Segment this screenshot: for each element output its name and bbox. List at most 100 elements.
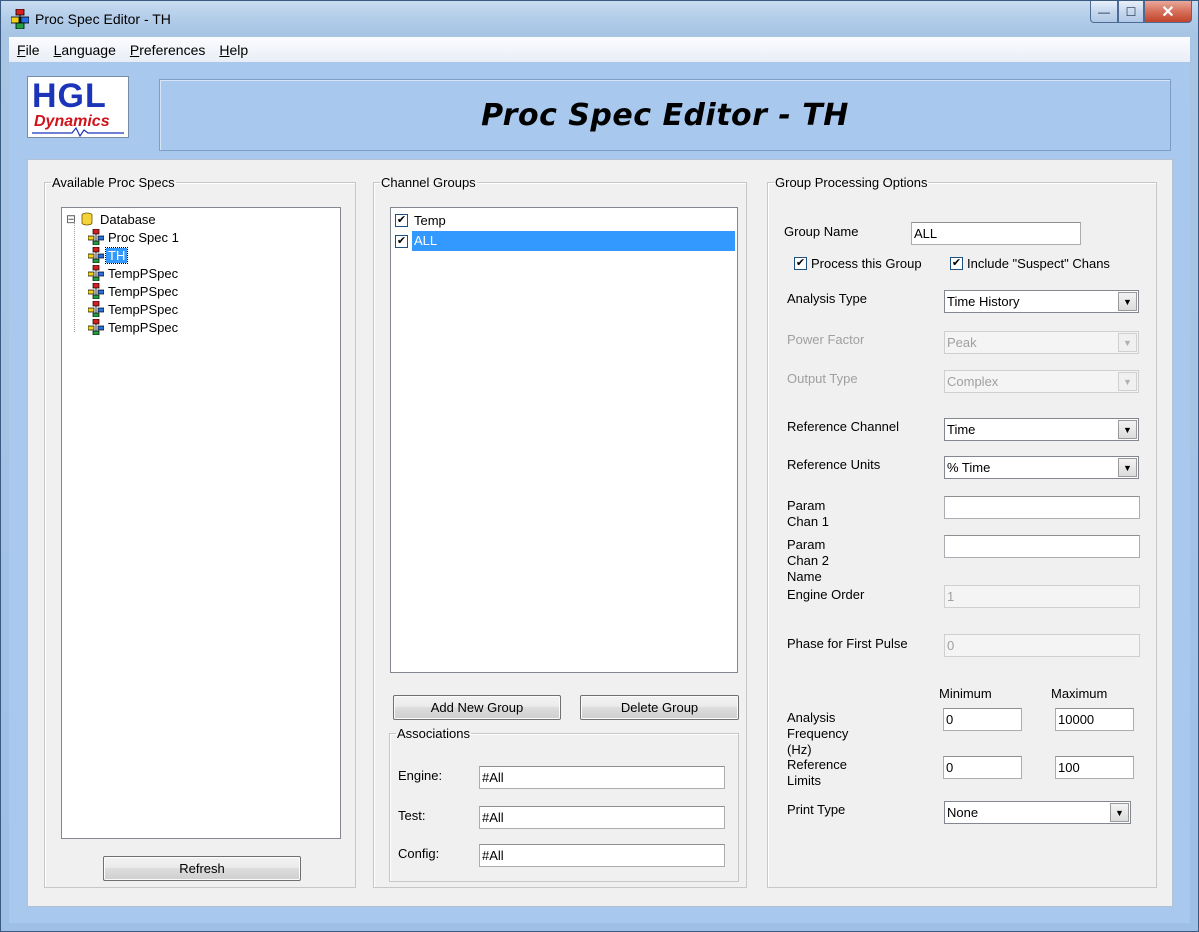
param-chan-1-label: Param Chan 1 Name <box>787 498 829 532</box>
tree-item-label: Proc Spec 1 <box>108 229 179 245</box>
database-icon <box>81 212 93 226</box>
channel-group-item[interactable]: ✔ Temp <box>393 210 735 230</box>
process-group-checkbox[interactable]: ✔ Process this Group <box>792 256 922 271</box>
print-type-value: None <box>947 805 979 820</box>
config-label: Config: <box>398 846 440 861</box>
analysis-type-label: Analysis Type <box>787 291 867 306</box>
include-suspect-checkbox[interactable]: ✔ Include "Suspect" Chans <box>948 256 1110 271</box>
proc-spec-tree[interactable]: ⊟ Database Proc Spec 1 TH TempPSpec TempPSp… <box>61 207 341 839</box>
menu-help-label: elp <box>229 41 249 58</box>
app-window: Proc Spec Editor - TH — ☐ ✕ File Languag… <box>0 0 1199 932</box>
maximize-button[interactable]: ☐ <box>1118 1 1144 23</box>
menu-help[interactable]: Help <box>219 42 248 58</box>
banner-title: Proc Spec Editor - TH <box>481 97 849 133</box>
logo-wave-icon <box>32 127 124 137</box>
reference-max-field[interactable]: 100 <box>1055 756 1134 779</box>
test-label: Test: <box>398 808 426 823</box>
minimize-button[interactable]: — <box>1090 1 1118 23</box>
print-type-dropdown-icon[interactable]: ▼ <box>1110 803 1129 822</box>
analysis-frequency-label: Analysis Frequency (Hz) <box>787 710 849 757</box>
tree-item[interactable]: TempPSpec <box>88 264 180 282</box>
maximum-header: Maximum <box>1051 686 1108 701</box>
tree-item[interactable]: TempPSpec <box>88 318 180 336</box>
tree-item[interactable]: Proc Spec 1 <box>88 228 181 246</box>
close-button[interactable]: ✕ <box>1144 1 1192 23</box>
associations-group: Associations Engine: #All Test: #All Con… <box>389 726 739 882</box>
reference-channel-label: Reference Channel <box>787 419 900 434</box>
engine-order-field: 1 <box>944 585 1140 608</box>
available-proc-specs-legend: Available Proc Specs <box>52 175 175 190</box>
menu-language[interactable]: Language <box>54 42 116 58</box>
frequency-min-field[interactable]: 0 <box>943 708 1022 731</box>
reference-min-field[interactable]: 0 <box>943 756 1022 779</box>
reference-units-select[interactable]: % Time ▼ <box>944 456 1139 479</box>
config-field[interactable]: #All <box>479 844 725 867</box>
power-factor-dropdown-icon: ▼ <box>1118 333 1137 352</box>
available-proc-specs-group: Available Proc Specs ⊟ Database Proc Spe… <box>44 175 356 888</box>
add-new-group-button[interactable]: Add New Group <box>393 695 561 720</box>
proc-spec-icon <box>88 229 104 245</box>
group-name-field[interactable]: ALL <box>911 222 1081 245</box>
engine-label: Engine: <box>398 768 443 783</box>
channel-groups-group: Channel Groups ✔ Temp ✔ ALL Add New Group D… <box>373 175 747 888</box>
output-type-label: Output Type <box>787 371 858 386</box>
tree-expander-icon[interactable]: ⊟ <box>66 212 80 226</box>
tree-root-database[interactable]: ⊟ Database <box>66 210 158 228</box>
tree-item[interactable]: TH <box>88 246 129 264</box>
logo-hgl-text: HGL <box>32 77 107 115</box>
process-group-label: Process this Group <box>811 256 922 271</box>
proc-spec-icon <box>88 319 104 335</box>
tree-item-label: TempPSpec <box>108 283 179 299</box>
proc-spec-icon <box>88 283 104 299</box>
param-chan-2-label: Param Chan 2 Name <box>787 537 829 584</box>
param-chan-1-field[interactable] <box>944 496 1140 519</box>
tree-item-label: TH <box>104 246 129 264</box>
group-processing-options-group: Group Processing Options Group Name ALL … <box>767 175 1157 888</box>
power-factor-label: Power Factor <box>787 332 865 347</box>
param-chan-2-field[interactable] <box>944 535 1140 558</box>
frequency-max-field[interactable]: 10000 <box>1055 708 1134 731</box>
power-factor-select: Peak ▼ <box>944 331 1139 354</box>
menu-preferences[interactable]: Preferences <box>130 42 206 58</box>
analysis-type-select[interactable]: Time History ▼ <box>944 290 1139 313</box>
test-field[interactable]: #All <box>479 806 725 829</box>
refresh-button[interactable]: Refresh <box>103 856 301 881</box>
tree-item-label: TempPSpec <box>108 265 179 281</box>
channel-groups-legend: Channel Groups <box>381 175 476 190</box>
tree-connector-line <box>74 222 75 332</box>
reference-channel-dropdown-icon[interactable]: ▼ <box>1118 420 1137 439</box>
process-group-check-icon: ✔ <box>794 257 807 270</box>
menu-file-label: ile <box>25 41 40 58</box>
channel-group-item[interactable]: ✔ ALL <box>393 231 735 251</box>
tree-item-label: TempPSpec <box>108 301 179 317</box>
output-type-select: Complex ▼ <box>944 370 1139 393</box>
menu-bar: File Language Preferences Help <box>9 37 1190 62</box>
channel-group-checkbox[interactable]: ✔ <box>395 234 408 248</box>
proc-spec-icon <box>88 265 104 281</box>
minimum-header: Minimum <box>939 686 992 701</box>
channel-groups-list[interactable]: ✔ Temp ✔ ALL <box>390 207 738 673</box>
menu-preferences-label: references <box>139 41 206 58</box>
tree-item[interactable]: TempPSpec <box>88 300 180 318</box>
analysis-type-dropdown-icon[interactable]: ▼ <box>1118 292 1137 311</box>
channel-group-checkbox[interactable]: ✔ <box>395 213 408 227</box>
window-title: Proc Spec Editor - TH <box>35 11 171 27</box>
print-type-select[interactable]: None ▼ <box>944 801 1131 824</box>
title-banner: Proc Spec Editor - TH <box>159 79 1171 151</box>
menu-preferences-mnemonic: P <box>129 41 140 58</box>
engine-field[interactable]: #All <box>479 766 725 789</box>
delete-group-button[interactable]: Delete Group <box>580 695 739 720</box>
tree-item-label: TempPSpec <box>108 319 179 335</box>
reference-channel-select[interactable]: Time ▼ <box>944 418 1139 441</box>
title-bar[interactable]: Proc Spec Editor - TH — ☐ ✕ <box>1 1 1198 35</box>
associations-legend: Associations <box>397 726 470 741</box>
channel-group-label: Temp <box>414 212 446 228</box>
main-panel: Available Proc Specs ⊟ Database Proc Spe… <box>27 159 1173 907</box>
channel-group-label: ALL <box>412 231 735 251</box>
tree-item[interactable]: TempPSpec <box>88 282 180 300</box>
output-type-dropdown-icon: ▼ <box>1118 372 1137 391</box>
reference-channel-value: Time <box>947 422 976 437</box>
include-suspect-label: Include "Suspect" Chans <box>967 256 1110 271</box>
reference-units-dropdown-icon[interactable]: ▼ <box>1118 458 1137 477</box>
menu-file[interactable]: File <box>17 42 40 58</box>
